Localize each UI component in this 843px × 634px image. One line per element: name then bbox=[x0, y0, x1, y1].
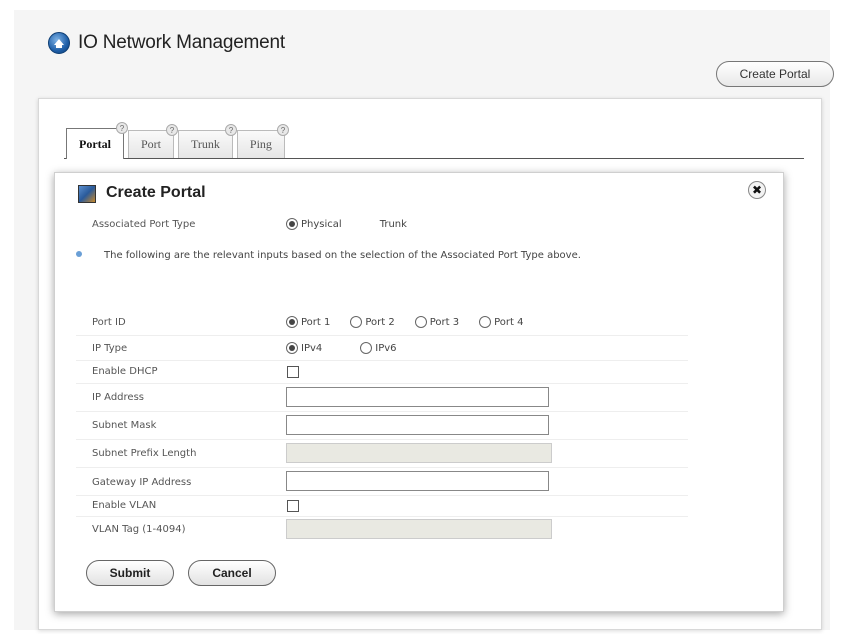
enable-vlan-checkbox[interactable] bbox=[287, 500, 299, 512]
tab-bar: Portal ? Port ? Trunk ? Ping ? bbox=[66, 122, 289, 159]
tab-port-label: Port bbox=[141, 137, 162, 151]
dialog-title: Create Portal bbox=[106, 184, 206, 201]
gateway-ip-label: Gateway IP Address bbox=[92, 477, 192, 488]
row-divider bbox=[76, 383, 688, 384]
row-divider bbox=[76, 411, 688, 412]
submit-button[interactable]: Submit bbox=[86, 560, 174, 586]
row-divider bbox=[76, 495, 688, 496]
gateway-ip-input[interactable] bbox=[286, 471, 549, 491]
radio-port-1-label: Port 1 bbox=[301, 316, 331, 328]
tab-ping[interactable]: Ping ? bbox=[236, 124, 289, 158]
radio-ipv4[interactable]: IPv4 bbox=[286, 342, 322, 354]
radio-ipv6-label: IPv6 bbox=[375, 342, 397, 354]
vlan-tag-label: VLAN Tag (1-4094) bbox=[92, 524, 186, 535]
tab-port[interactable]: Port ? bbox=[128, 124, 179, 158]
ip-type-radio-group: IPv4 IPv6 bbox=[286, 342, 415, 354]
enable-vlan-label: Enable VLAN bbox=[92, 500, 157, 511]
radio-port-2[interactable]: Port 2 bbox=[350, 316, 395, 328]
info-bullet-icon bbox=[76, 251, 82, 257]
radio-port-1-button[interactable] bbox=[286, 316, 298, 328]
radio-physical[interactable]: Physical bbox=[286, 218, 342, 230]
subnet-mask-input[interactable] bbox=[286, 415, 549, 435]
radio-port-2-label: Port 2 bbox=[365, 316, 395, 328]
ip-type-label: IP Type bbox=[92, 343, 128, 354]
row-divider bbox=[76, 467, 688, 468]
subnet-mask-label: Subnet Mask bbox=[92, 420, 157, 431]
subnet-prefix-length-input bbox=[286, 443, 552, 463]
radio-port-3[interactable]: Port 3 bbox=[414, 316, 460, 328]
help-icon[interactable]: ? bbox=[166, 124, 179, 136]
radio-ipv6[interactable]: IPv6 bbox=[360, 342, 397, 354]
app-header: IO Network Management bbox=[48, 32, 285, 54]
ip-address-input[interactable] bbox=[286, 387, 549, 407]
row-divider bbox=[76, 516, 688, 517]
cancel-button[interactable]: Cancel bbox=[188, 560, 276, 586]
create-portal-button[interactable]: Create Portal bbox=[716, 61, 834, 87]
radio-ipv6-button[interactable] bbox=[360, 342, 373, 354]
tab-trunk[interactable]: Trunk ? bbox=[178, 124, 237, 158]
enable-dhcp-label: Enable DHCP bbox=[92, 366, 158, 377]
radio-port-4[interactable]: Port 4 bbox=[479, 316, 524, 328]
tab-portal[interactable]: Portal ? bbox=[66, 122, 128, 159]
radio-trunk[interactable]: Trunk bbox=[380, 219, 407, 230]
row-divider bbox=[76, 439, 688, 440]
associated-port-type-label: Associated Port Type bbox=[92, 219, 196, 230]
row-divider bbox=[76, 335, 688, 336]
network-logo-icon bbox=[48, 32, 70, 54]
app-title: IO Network Management bbox=[78, 32, 285, 53]
radio-port-3-button[interactable] bbox=[414, 316, 427, 328]
info-text: The following are the relevant inputs ba… bbox=[104, 250, 581, 261]
help-icon[interactable]: ? bbox=[276, 124, 289, 136]
ip-address-label: IP Address bbox=[92, 392, 144, 403]
radio-port-1[interactable]: Port 1 bbox=[286, 316, 330, 328]
row-divider bbox=[76, 360, 688, 361]
radio-ipv4-label: IPv4 bbox=[301, 342, 323, 354]
vlan-tag-input bbox=[286, 519, 552, 539]
radio-port-2-button[interactable] bbox=[350, 316, 363, 328]
radio-port-4-label: Port 4 bbox=[494, 316, 524, 328]
port-id-radio-group: Port 1 Port 2 Port 3 Port 4 bbox=[286, 316, 542, 328]
radio-trunk-label: Trunk bbox=[379, 218, 407, 230]
tab-divider bbox=[64, 158, 804, 159]
tab-trunk-label: Trunk bbox=[191, 137, 220, 151]
help-icon[interactable]: ? bbox=[116, 122, 128, 134]
enable-dhcp-checkbox[interactable] bbox=[287, 366, 299, 378]
associated-port-type-radio-group: Physical Trunk bbox=[286, 218, 425, 230]
radio-port-4-button[interactable] bbox=[479, 316, 492, 328]
tab-portal-label: Portal bbox=[79, 136, 111, 151]
subnet-prefix-length-label: Subnet Prefix Length bbox=[92, 448, 197, 459]
radio-physical-button[interactable] bbox=[286, 218, 298, 230]
radio-physical-label: Physical bbox=[301, 218, 342, 230]
radio-port-3-label: Port 3 bbox=[429, 316, 460, 328]
portal-icon bbox=[78, 185, 96, 203]
close-icon[interactable]: ✖ bbox=[748, 181, 766, 199]
radio-ipv4-button[interactable] bbox=[286, 342, 298, 354]
tab-ping-label: Ping bbox=[249, 137, 272, 151]
port-id-label: Port ID bbox=[92, 317, 126, 328]
help-icon[interactable]: ? bbox=[224, 124, 237, 136]
